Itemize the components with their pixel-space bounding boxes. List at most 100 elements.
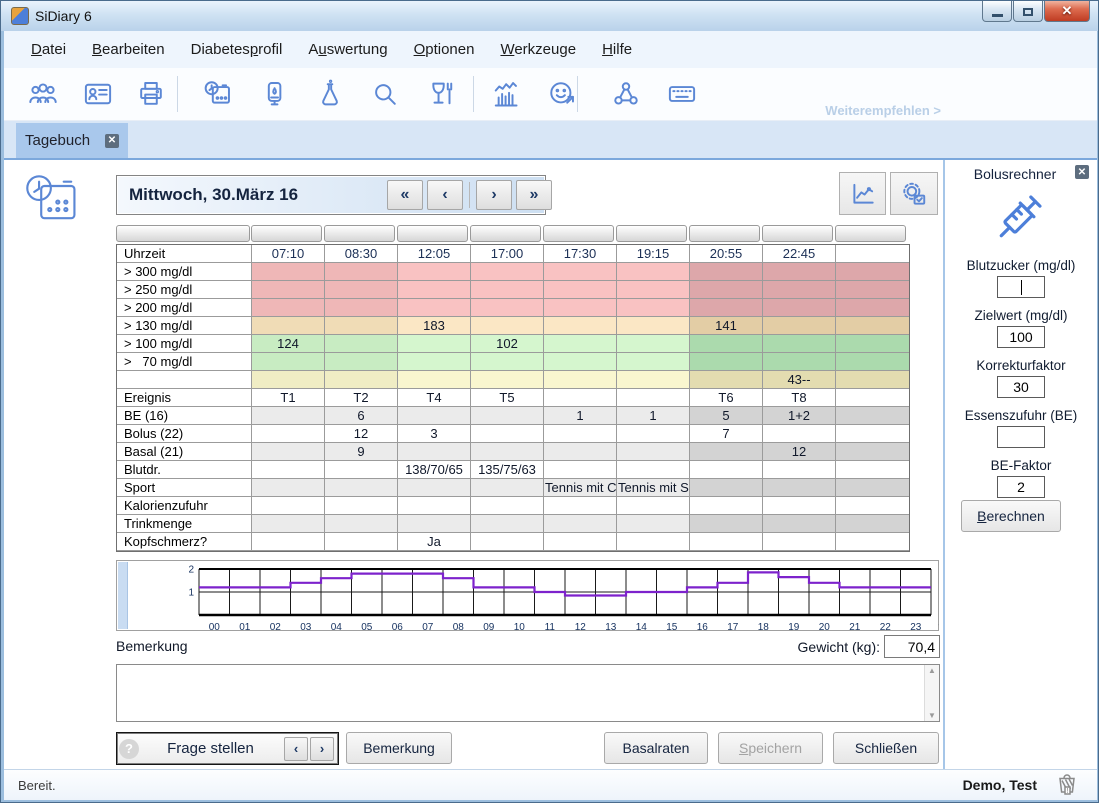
bg-row-5-cell-4[interactable] — [544, 353, 617, 371]
info-row-bolus-cell-8[interactable] — [836, 425, 909, 443]
column-header-button-3[interactable] — [470, 225, 541, 242]
info-row-sport-cell-2[interactable] — [398, 479, 471, 497]
search-icon[interactable] — [370, 79, 400, 109]
menu-item-werkzeuge[interactable]: Werkzeuge — [487, 35, 589, 64]
info-row-bolus-cell-7[interactable] — [763, 425, 836, 443]
info-row-kalorienzufuhr-cell-2[interactable] — [398, 497, 471, 515]
bg-row-3-cell-0[interactable] — [252, 317, 325, 335]
bg-row-2-cell-8[interactable] — [836, 299, 909, 317]
uhrzeit-cell-7[interactable]: 22:45 — [763, 245, 836, 263]
bg-row-1-cell-7[interactable] — [763, 281, 836, 299]
info-row-be-cell-7[interactable]: 1+2 — [763, 407, 836, 425]
bg-row-0-cell-4[interactable] — [544, 263, 617, 281]
info-row-ereignis-cell-0[interactable]: T1 — [252, 389, 325, 407]
info-row-kalorienzufuhr-cell-3[interactable] — [471, 497, 544, 515]
basalraten-button[interactable]: Basalraten — [604, 732, 708, 764]
info-row-blutdruck-cell-3[interactable]: 135/75/63 — [471, 461, 544, 479]
info-row-basal-cell-0[interactable] — [252, 443, 325, 461]
bg-row-6-cell-2[interactable] — [398, 371, 471, 389]
trash-icon[interactable]: ! — [1055, 772, 1079, 798]
info-row-bolus-cell-0[interactable] — [252, 425, 325, 443]
info-row-trinkmenge-cell-4[interactable] — [544, 515, 617, 533]
bg-row-4-cell-5[interactable] — [617, 335, 690, 353]
lab-flask-icon[interactable] — [315, 79, 345, 109]
statistics-icon[interactable] — [490, 79, 520, 109]
info-row-basal-cell-6[interactable] — [690, 443, 763, 461]
info-row-blutdruck-cell-7[interactable] — [763, 461, 836, 479]
bg-row-4-cell-0[interactable]: 124 — [252, 335, 325, 353]
info-row-ereignis-cell-7[interactable]: T8 — [763, 389, 836, 407]
bg-row-0-cell-3[interactable] — [471, 263, 544, 281]
bg-row-6-cell-3[interactable] — [471, 371, 544, 389]
bg-row-5-cell-2[interactable] — [398, 353, 471, 371]
bg-row-4-cell-2[interactable] — [398, 335, 471, 353]
info-row-be-cell-5[interactable]: 1 — [617, 407, 690, 425]
close-button[interactable]: ✕ — [1044, 1, 1090, 22]
menu-item-diabetesprofil[interactable]: Diabetesprofil — [178, 35, 296, 64]
share-icon[interactable] — [611, 79, 641, 109]
frage-next-button[interactable]: › — [310, 737, 334, 761]
glucose-meter-icon[interactable] — [259, 79, 289, 109]
date-nav-first-day-button[interactable]: « — [387, 180, 423, 210]
menu-item-hilfe[interactable]: Hilfe — [589, 35, 645, 64]
bolus-panel-close-icon[interactable]: ✕ — [1075, 165, 1089, 179]
info-row-basal-cell-7[interactable]: 12 — [763, 443, 836, 461]
info-row-blutdruck-cell-0[interactable] — [252, 461, 325, 479]
bg-row-6-cell-8[interactable] — [836, 371, 909, 389]
info-row-be-cell-6[interactable]: 5 — [690, 407, 763, 425]
info-row-blutdruck-cell-5[interactable] — [617, 461, 690, 479]
bg-row-3-cell-8[interactable] — [836, 317, 909, 335]
menu-item-bearbeiten[interactable]: Bearbeiten — [79, 35, 178, 64]
uhrzeit-cell-1[interactable]: 08:30 — [325, 245, 398, 263]
bg-row-1-cell-8[interactable] — [836, 281, 909, 299]
bg-row-5-cell-3[interactable] — [471, 353, 544, 371]
info-row-ereignis-cell-3[interactable]: T5 — [471, 389, 544, 407]
info-row-kopfschmerz-cell-0[interactable] — [252, 533, 325, 551]
info-row-blutdruck-cell-4[interactable] — [544, 461, 617, 479]
scroll-up-icon[interactable]: ▲ — [928, 666, 936, 675]
bg-row-1-cell-3[interactable] — [471, 281, 544, 299]
bg-row-2-cell-0[interactable] — [252, 299, 325, 317]
bg-row-1-cell-0[interactable] — [252, 281, 325, 299]
info-row-kopfschmerz-cell-4[interactable] — [544, 533, 617, 551]
info-row-ereignis-cell-8[interactable] — [836, 389, 909, 407]
info-row-trinkmenge-cell-8[interactable] — [836, 515, 909, 533]
people-group-icon[interactable] — [28, 79, 58, 109]
bg-row-3-cell-5[interactable] — [617, 317, 690, 335]
info-row-be-cell-8[interactable] — [836, 407, 909, 425]
info-row-trinkmenge-cell-1[interactable] — [325, 515, 398, 533]
menu-item-optionen[interactable]: Optionen — [401, 35, 488, 64]
date-nav-prev-day-button[interactable]: ‹ — [427, 180, 463, 210]
info-row-sport-cell-7[interactable] — [763, 479, 836, 497]
bg-row-5-cell-0[interactable] — [252, 353, 325, 371]
bg-row-5-cell-7[interactable] — [763, 353, 836, 371]
bg-row-0-cell-2[interactable] — [398, 263, 471, 281]
info-row-bolus-cell-5[interactable] — [617, 425, 690, 443]
bg-row-5-cell-1[interactable] — [325, 353, 398, 371]
bolus-input-korrekturfaktor[interactable]: 30 — [997, 376, 1045, 398]
info-row-trinkmenge-cell-2[interactable] — [398, 515, 471, 533]
info-row-kopfschmerz-cell-1[interactable] — [325, 533, 398, 551]
textarea-scrollbar[interactable]: ▲ ▼ — [924, 665, 939, 721]
info-row-ereignis-cell-5[interactable] — [617, 389, 690, 407]
uhrzeit-cell-8[interactable] — [836, 245, 909, 263]
bg-row-2-cell-7[interactable] — [763, 299, 836, 317]
gewicht-input[interactable]: 70,4 — [884, 635, 940, 658]
info-row-sport-cell-1[interactable] — [325, 479, 398, 497]
date-nav-last-day-button[interactable]: » — [516, 180, 552, 210]
bg-row-3-cell-7[interactable] — [763, 317, 836, 335]
column-header-button-1[interactable] — [324, 225, 395, 242]
bolus-input-be-faktor[interactable]: 2 — [997, 476, 1045, 498]
tab-close-icon[interactable]: ✕ — [105, 134, 119, 148]
bg-row-3-cell-4[interactable] — [544, 317, 617, 335]
graph-view-button[interactable] — [839, 172, 886, 215]
info-row-ereignis-cell-6[interactable]: T6 — [690, 389, 763, 407]
column-header-button-6[interactable] — [689, 225, 760, 242]
bg-row-0-cell-6[interactable] — [690, 263, 763, 281]
bg-row-6-cell-5[interactable] — [617, 371, 690, 389]
info-row-bolus-cell-4[interactable] — [544, 425, 617, 443]
info-row-basal-cell-1[interactable]: 9 — [325, 443, 398, 461]
info-row-ereignis-cell-2[interactable]: T4 — [398, 389, 471, 407]
info-row-be-cell-4[interactable]: 1 — [544, 407, 617, 425]
bg-row-4-cell-7[interactable] — [763, 335, 836, 353]
